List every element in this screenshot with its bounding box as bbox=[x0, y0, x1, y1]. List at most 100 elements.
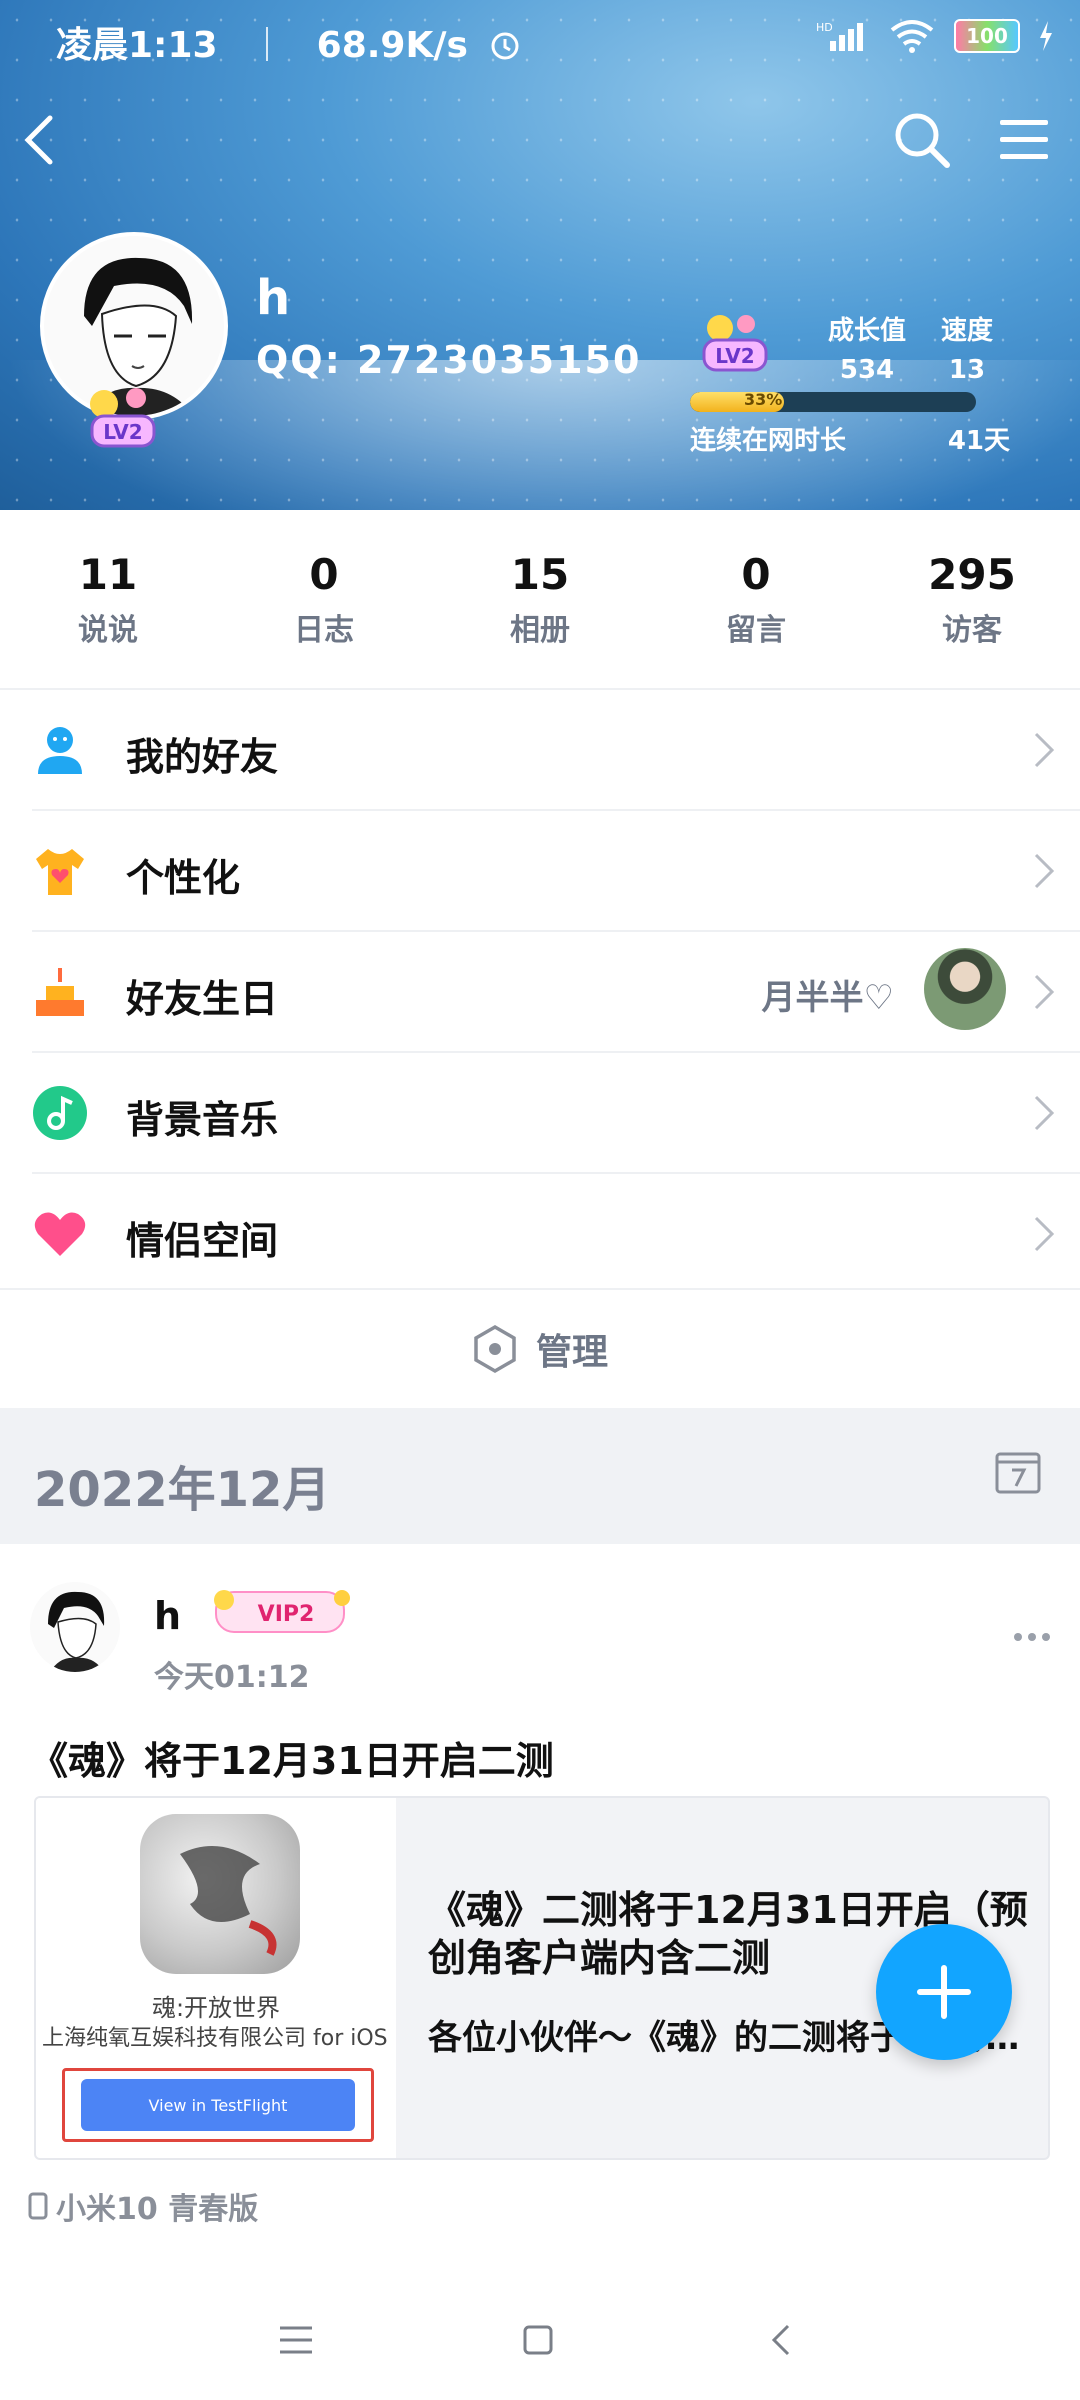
status-time: 凌晨1:13 bbox=[56, 25, 218, 66]
menu-item-birthdays[interactable]: 好友生日 月半半♡ bbox=[32, 932, 1080, 1053]
status-bar: 凌晨1:13 68.9K/s HD 100 bbox=[0, 0, 1080, 80]
growth-panel[interactable]: LV2 成长值 534 速度 13 33% 连续在网时长 41天 bbox=[690, 308, 1020, 458]
menu-item-label: 背景音乐 bbox=[126, 1098, 279, 1142]
back-arrow-icon bbox=[24, 115, 53, 165]
vip-badge: VIP2 bbox=[214, 1590, 350, 1633]
search-icon bbox=[895, 113, 950, 168]
growth-progress-text: 33% bbox=[744, 392, 783, 409]
more-dots-icon bbox=[1014, 1633, 1050, 1641]
wifi-icon bbox=[890, 20, 934, 53]
menu-item-label: 我的好友 bbox=[126, 735, 279, 779]
search-button[interactable] bbox=[882, 100, 962, 180]
status-separator bbox=[266, 27, 269, 61]
friend-avatar bbox=[924, 948, 1006, 1030]
music-icon bbox=[33, 1086, 87, 1140]
speed-label: 速度 bbox=[940, 316, 993, 346]
home-icon[interactable] bbox=[508, 2318, 568, 2362]
chevron-right-icon bbox=[1034, 1216, 1055, 1252]
phone-icon bbox=[28, 2192, 48, 2220]
profile-name: h bbox=[256, 270, 291, 326]
status-right: HD 100 bbox=[816, 18, 1054, 54]
app-name: 魂:开放世界 bbox=[151, 1994, 281, 2022]
speed-column: 速度 13 bbox=[922, 310, 1012, 385]
growth-label: 成长值 bbox=[827, 316, 906, 346]
month-header: 2022年12月 bbox=[0, 1408, 1080, 1544]
card-thumbnail: 魂:开放世界 上海纯氧互娱科技有限公司 for iOS View in Test… bbox=[36, 1798, 396, 2158]
profile-section: LV2 h QQ: 2723035150 LV2 成长值 534 速度 13 3… bbox=[0, 220, 1080, 480]
post-avatar-illustration bbox=[30, 1582, 120, 1672]
more-options-button[interactable] bbox=[1012, 1608, 1052, 1652]
menu-list: 我的好友 个性化 好友生日 月半半♡ 背景音乐 情侣空间 bbox=[0, 690, 1080, 1293]
growth-progress-bar: 33% bbox=[690, 392, 976, 412]
person-icon bbox=[38, 727, 82, 774]
stat-albums[interactable]: 15 相册 bbox=[432, 510, 648, 688]
online-days: 41天 bbox=[947, 426, 1010, 456]
calendar-icon[interactable] bbox=[994, 1448, 1042, 1496]
add-post-button[interactable] bbox=[876, 1924, 1012, 2060]
menu-item-label: 个性化 bbox=[126, 856, 241, 900]
stat-label: 相册 bbox=[510, 612, 570, 648]
stat-messages[interactable]: 0 留言 bbox=[648, 510, 864, 688]
network-speed: 68.9K/s bbox=[316, 25, 468, 66]
recent-apps-icon[interactable] bbox=[266, 2318, 326, 2362]
menu-item-music[interactable]: 背景音乐 bbox=[32, 1053, 1080, 1174]
online-duration: 连续在网时长 41天 bbox=[690, 420, 1010, 457]
menu-item-couple-space[interactable]: 情侣空间 bbox=[32, 1174, 1080, 1293]
menu-item-label: 情侣空间 bbox=[126, 1219, 279, 1263]
menu-item-label: 好友生日 bbox=[126, 977, 279, 1021]
chevron-right-icon bbox=[1034, 974, 1055, 1010]
signal-icon: HD bbox=[816, 21, 863, 51]
birthday-friend-name: 月半半♡ bbox=[761, 978, 894, 1018]
cake-icon bbox=[36, 968, 84, 1016]
stat-label: 说说 bbox=[78, 612, 138, 648]
app-company: 上海纯氧互娱科技有限公司 for iOS bbox=[42, 2026, 388, 2051]
hamburger-menu-icon bbox=[1000, 120, 1048, 159]
level-badge: LV2 bbox=[78, 380, 168, 450]
chevron-right-icon bbox=[1034, 853, 1055, 889]
post-text: 《魂》将于12月31日开启二测 bbox=[30, 1739, 554, 1783]
month-label: 2022年12月 bbox=[34, 1462, 331, 1518]
charging-icon bbox=[1040, 21, 1052, 51]
menu-item-friends[interactable]: 我的好友 bbox=[32, 690, 1080, 811]
post-author: h bbox=[154, 1594, 182, 1638]
post-avatar[interactable] bbox=[30, 1582, 120, 1672]
back-button[interactable] bbox=[0, 100, 80, 180]
tshirt-icon bbox=[36, 849, 84, 895]
highlight-box: View in TestFlight bbox=[62, 2068, 374, 2142]
testflight-button[interactable]: View in TestFlight bbox=[81, 2079, 355, 2131]
stat-value: 0 bbox=[741, 549, 771, 599]
growth-value-column: 成长值 534 bbox=[812, 310, 922, 385]
device-name: 小米10 青春版 bbox=[56, 2192, 259, 2227]
manage-label: 管理 bbox=[535, 1332, 608, 1373]
growth-level-badge: LV2 bbox=[690, 308, 780, 378]
app-icon bbox=[140, 1814, 300, 1974]
chevron-right-icon bbox=[1034, 1095, 1055, 1131]
back-icon[interactable] bbox=[752, 2318, 812, 2362]
post-device: 小米10 青春版 bbox=[28, 2184, 258, 2228]
stat-label: 访客 bbox=[942, 612, 1002, 648]
stat-label: 留言 bbox=[726, 612, 786, 648]
battery-level: 100 bbox=[966, 24, 1008, 48]
manage-button[interactable]: 管理 bbox=[0, 1290, 1080, 1408]
alarm-icon bbox=[491, 32, 519, 60]
online-label: 连续在网时长 bbox=[690, 426, 847, 456]
stat-shuoshuo[interactable]: 11 说说 bbox=[0, 510, 216, 688]
heart-icon bbox=[34, 1212, 86, 1256]
vip-badge-text: VIP2 bbox=[258, 1602, 315, 1627]
stat-blog[interactable]: 0 日志 bbox=[216, 510, 432, 688]
growth-badge-icon: LV2 bbox=[702, 315, 768, 372]
profile-header-background: 凌晨1:13 68.9K/s HD 100 LV2 h QQ: 27230351… bbox=[0, 0, 1080, 510]
plus-icon bbox=[917, 1965, 971, 2019]
speed-value: 13 bbox=[948, 355, 986, 385]
chevron-right-icon bbox=[1034, 732, 1055, 768]
stats-row: 11 说说 0 日志 15 相册 0 留言 295 访客 bbox=[0, 510, 1080, 688]
stat-visitors[interactable]: 295 访客 bbox=[864, 510, 1080, 688]
menu-button[interactable] bbox=[984, 100, 1064, 180]
stat-value: 0 bbox=[309, 549, 339, 599]
menu-item-personalize[interactable]: 个性化 bbox=[32, 811, 1080, 932]
qq-number: QQ: 2723035150 bbox=[256, 338, 642, 382]
status-left: 凌晨1:13 68.9K/s bbox=[56, 16, 522, 68]
stat-label: 日志 bbox=[294, 612, 354, 648]
growth-badge-text: LV2 bbox=[715, 344, 754, 368]
stat-value: 15 bbox=[510, 549, 570, 599]
